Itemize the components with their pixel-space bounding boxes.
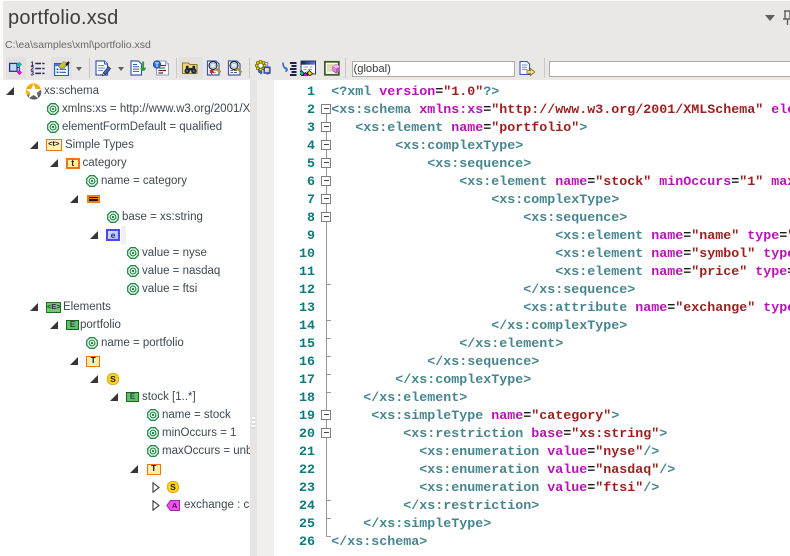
svg-text:A: A xyxy=(172,501,178,510)
svg-text:3: 3 xyxy=(30,71,34,76)
svg-text:T: T xyxy=(155,62,159,69)
